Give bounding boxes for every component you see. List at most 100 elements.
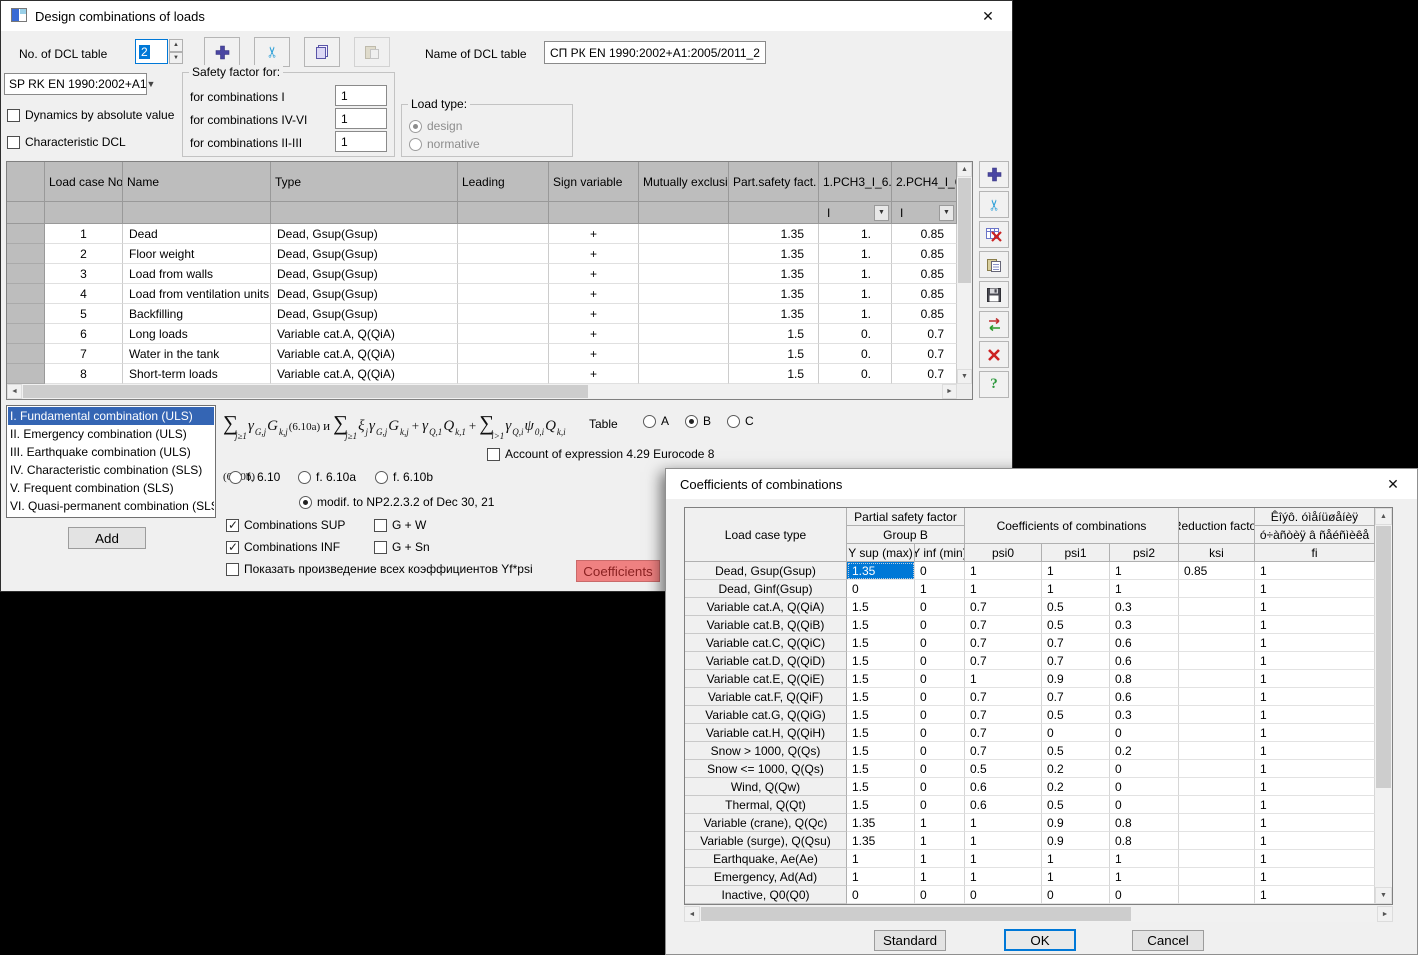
coef-cell[interactable] (1179, 868, 1255, 886)
coef-cell[interactable]: 0.5 (1042, 706, 1110, 724)
coef-cell[interactable]: 0.5 (965, 760, 1042, 778)
row-selector[interactable] (7, 364, 45, 384)
scrollbar-thumb[interactable] (23, 385, 588, 398)
row-selector[interactable] (7, 224, 45, 244)
table-cell[interactable]: Long loads (123, 324, 271, 344)
coef-cell[interactable]: 1.5 (847, 706, 915, 724)
row-selector[interactable] (7, 344, 45, 364)
table-cell[interactable] (639, 264, 729, 284)
table-cell[interactable]: 1.35 (729, 244, 819, 264)
cancel-button[interactable]: Cancel (1132, 930, 1204, 951)
coef-cell[interactable]: 0.2 (1042, 760, 1110, 778)
coef-cell[interactable]: 1.5 (847, 742, 915, 760)
copy-button[interactable] (304, 37, 340, 67)
formula-radio-1[interactable]: f. 6.10 (229, 470, 280, 484)
coef-cell[interactable]: 1 (1255, 670, 1375, 688)
coef-cell[interactable]: 0.7 (1042, 634, 1110, 652)
table-cell[interactable]: Short-term loads (123, 364, 271, 384)
load-case-type-cell[interactable]: Earthquake, Ae(Ae) (685, 850, 847, 868)
load-case-type-cell[interactable]: Dead, Ginf(Gsup) (685, 580, 847, 598)
load-case-type-cell[interactable]: Variable (surge), Q(Qsu) (685, 832, 847, 850)
table-cell[interactable]: 1.35 (729, 224, 819, 244)
coef-cell[interactable]: 0 (1110, 886, 1179, 904)
coef-cell[interactable]: 0 (915, 724, 965, 742)
paste-table-button[interactable] (979, 251, 1009, 278)
horizontal-scrollbar[interactable]: ◄ ► (684, 906, 1393, 922)
combination-list-item[interactable]: I. Fundamental combination (ULS) (8, 407, 214, 425)
coef-cell[interactable]: 0 (1042, 886, 1110, 904)
scrollbar-thumb[interactable] (1376, 526, 1391, 788)
combination-type-list[interactable]: I. Fundamental combination (ULS)II. Emer… (6, 405, 216, 518)
save-button[interactable] (979, 281, 1009, 308)
coef-cell[interactable] (1179, 832, 1255, 850)
scroll-up-icon[interactable]: ▲ (1375, 508, 1392, 525)
g-plus-sn-checkbox[interactable]: G + Sn (374, 540, 430, 554)
coef-cell[interactable]: 0.5 (1042, 598, 1110, 616)
coef-cell[interactable]: 0.6 (1110, 652, 1179, 670)
coef-cell[interactable]: 1 (965, 670, 1042, 688)
row-selector[interactable] (7, 324, 45, 344)
formula-radio-2[interactable]: f. 6.10a (298, 470, 356, 484)
table-cell[interactable]: + (549, 284, 639, 304)
table-cell[interactable] (639, 244, 729, 264)
coef-cell[interactable]: 0 (915, 652, 965, 670)
table-cell[interactable] (639, 324, 729, 344)
table-cell[interactable]: 1.35 (729, 304, 819, 324)
coef-cell[interactable]: 0.7 (965, 688, 1042, 706)
table-cell[interactable]: 0. (819, 344, 892, 364)
row-selector[interactable] (7, 304, 45, 324)
spinner-up-icon[interactable]: ▲ (169, 39, 183, 52)
coef-cell[interactable]: 1 (965, 580, 1042, 598)
coef-cell[interactable]: 1 (1042, 868, 1110, 886)
account-expression-checkbox[interactable]: Account of expression 4.29 Eurocode 8 (487, 447, 714, 461)
coef-cell[interactable]: 1 (915, 580, 965, 598)
reorder-button[interactable] (979, 311, 1009, 338)
load-case-type-cell[interactable]: Variable cat.A, Q(QiA) (685, 598, 847, 616)
coef-cell[interactable]: 0 (915, 778, 965, 796)
coef-cell[interactable]: 1.35 (847, 562, 915, 580)
combination-list-item[interactable]: IV. Characteristic combination (SLS) (8, 461, 214, 479)
table-cell[interactable]: Dead, Gsup(Gsup) (271, 244, 458, 264)
table-cell[interactable]: 0. (819, 364, 892, 384)
delete-button[interactable] (979, 341, 1009, 368)
coef-cell[interactable]: 0.5 (1042, 616, 1110, 634)
coef-cell[interactable]: 0.5 (1042, 796, 1110, 814)
load-case-type-cell[interactable]: Snow > 1000, Q(Qs) (685, 742, 847, 760)
coef-cell[interactable]: 1 (1110, 580, 1179, 598)
chevron-down-icon[interactable]: ▼ (874, 205, 889, 221)
row-selector[interactable] (7, 244, 45, 264)
coef-cell[interactable] (1179, 670, 1255, 688)
table-cell[interactable]: + (549, 364, 639, 384)
g-plus-w-checkbox[interactable]: G + W (374, 518, 426, 532)
coef-cell[interactable]: 0 (847, 580, 915, 598)
coef-cell[interactable]: 1 (1255, 868, 1375, 886)
coef-cell[interactable]: 1.5 (847, 760, 915, 778)
show-product-checkbox[interactable]: Показать произведение всех коэффициентов… (226, 562, 533, 576)
coef-cell[interactable]: 1.5 (847, 652, 915, 670)
coef-cell[interactable]: 0 (965, 886, 1042, 904)
coef-cell[interactable]: 1 (915, 832, 965, 850)
standard-button[interactable]: Standard (874, 930, 946, 951)
scroll-right-icon[interactable]: ► (942, 384, 957, 399)
combination-list-item[interactable]: II. Emergency combination (ULS) (8, 425, 214, 443)
coef-cell[interactable]: 1 (1255, 850, 1375, 868)
load-case-type-cell[interactable]: Variable (crane), Q(Qc) (685, 814, 847, 832)
table-cell[interactable]: 1.35 (729, 264, 819, 284)
table-cell[interactable]: 1. (819, 284, 892, 304)
table-cell[interactable] (639, 304, 729, 324)
coef-cell[interactable]: 1 (1255, 832, 1375, 850)
close-icon[interactable]: ✕ (974, 5, 1002, 27)
load-case-type-cell[interactable]: Thermal, Q(Qt) (685, 796, 847, 814)
coef-cell[interactable]: 1 (915, 850, 965, 868)
coef-cell[interactable] (1179, 850, 1255, 868)
load-case-type-cell[interactable]: Variable cat.F, Q(QiF) (685, 688, 847, 706)
row-selector[interactable] (7, 264, 45, 284)
coef-cell[interactable]: 1 (1255, 796, 1375, 814)
coef-cell[interactable]: 0.7 (965, 634, 1042, 652)
add-button[interactable]: Add (68, 527, 146, 549)
combinations-inf-checkbox[interactable]: Combinations INF (226, 540, 340, 554)
coef-cell[interactable]: 0 (915, 670, 965, 688)
coef-cell[interactable]: 1 (965, 562, 1042, 580)
table-cell[interactable]: Water in the tank (123, 344, 271, 364)
table-cell[interactable]: 0.85 (892, 284, 957, 304)
